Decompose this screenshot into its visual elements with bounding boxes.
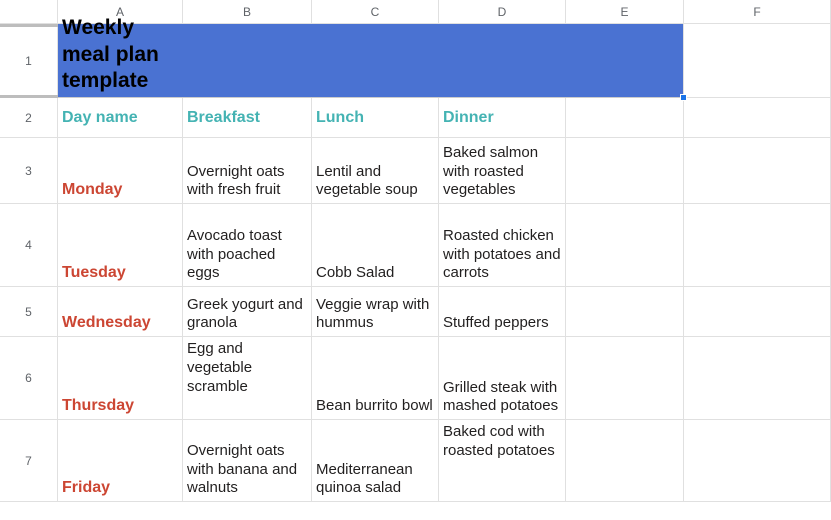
cell-e6[interactable]	[566, 337, 684, 420]
cell-f3[interactable]	[684, 138, 831, 204]
cell-c4[interactable]: Cobb Salad	[312, 204, 439, 287]
row-header-1[interactable]: 1	[0, 24, 58, 98]
cell-f2[interactable]	[684, 98, 831, 138]
spreadsheet-grid[interactable]: A B C D E F 1 Weekly meal plan template …	[0, 0, 831, 502]
cell-e5[interactable]	[566, 287, 684, 337]
cell-b2[interactable]: Breakfast	[183, 98, 312, 138]
col-header-c[interactable]: C	[312, 0, 439, 24]
cell-d1[interactable]	[439, 24, 566, 98]
cell-e7[interactable]	[566, 420, 684, 502]
cell-a2[interactable]: Day name	[58, 98, 183, 138]
cell-d5[interactable]: Stuffed peppers	[439, 287, 566, 337]
row-header-5[interactable]: 5	[0, 287, 58, 337]
cell-e3[interactable]	[566, 138, 684, 204]
col-header-e[interactable]: E	[566, 0, 684, 24]
cell-a7-day[interactable]: Friday	[58, 420, 183, 502]
cell-a5-day[interactable]: Wednesday	[58, 287, 183, 337]
cell-a6-day[interactable]: Thursday	[58, 337, 183, 420]
cell-c6[interactable]: Bean burrito bowl	[312, 337, 439, 420]
cell-d4[interactable]: Roasted chicken with potatoes and carrot…	[439, 204, 566, 287]
cell-d6[interactable]: Grilled steak with mashed potatoes	[439, 337, 566, 420]
cell-f5[interactable]	[684, 287, 831, 337]
cell-c5[interactable]: Veggie wrap with hummus	[312, 287, 439, 337]
selection-handle[interactable]	[680, 94, 687, 101]
cell-b1[interactable]	[183, 24, 312, 98]
col-header-d[interactable]: D	[439, 0, 566, 24]
cell-b5[interactable]: Greek yogurt and granola	[183, 287, 312, 337]
cell-f4[interactable]	[684, 204, 831, 287]
cell-b6[interactable]: Egg and vegetable scramble	[183, 337, 312, 420]
cell-b7[interactable]: Overnight oats with banana and walnuts	[183, 420, 312, 502]
cell-e4[interactable]	[566, 204, 684, 287]
cell-f7[interactable]	[684, 420, 831, 502]
cell-f1[interactable]	[684, 24, 831, 98]
cell-a3-day[interactable]: Monday	[58, 138, 183, 204]
cell-d2[interactable]: Dinner	[439, 98, 566, 138]
row-header-2[interactable]: 2	[0, 98, 58, 138]
row-header-7[interactable]: 7	[0, 420, 58, 502]
cell-e2[interactable]	[566, 98, 684, 138]
cell-d3[interactable]: Baked salmon with roasted vegetables	[439, 138, 566, 204]
cell-a1-title[interactable]: Weekly meal plan template	[58, 24, 183, 98]
select-all-cell[interactable]	[0, 0, 58, 24]
cell-c1[interactable]	[312, 24, 439, 98]
cell-d7[interactable]: Baked cod with roasted potatoes	[439, 420, 566, 502]
cell-b3[interactable]: Overnight oats with fresh fruit	[183, 138, 312, 204]
row-header-6[interactable]: 6	[0, 337, 58, 420]
cell-c2[interactable]: Lunch	[312, 98, 439, 138]
cell-c3[interactable]: Lentil and vegetable soup	[312, 138, 439, 204]
cell-b4[interactable]: Avocado toast with poached eggs	[183, 204, 312, 287]
row-header-3[interactable]: 3	[0, 138, 58, 204]
title-text: Weekly meal plan template	[62, 15, 179, 94]
cell-c7[interactable]: Mediterranean quinoa salad	[312, 420, 439, 502]
row-header-4[interactable]: 4	[0, 204, 58, 287]
cell-e1[interactable]	[566, 24, 684, 98]
col-header-f[interactable]: F	[684, 0, 831, 24]
col-header-b[interactable]: B	[183, 0, 312, 24]
cell-f6[interactable]	[684, 337, 831, 420]
cell-a4-day[interactable]: Tuesday	[58, 204, 183, 287]
